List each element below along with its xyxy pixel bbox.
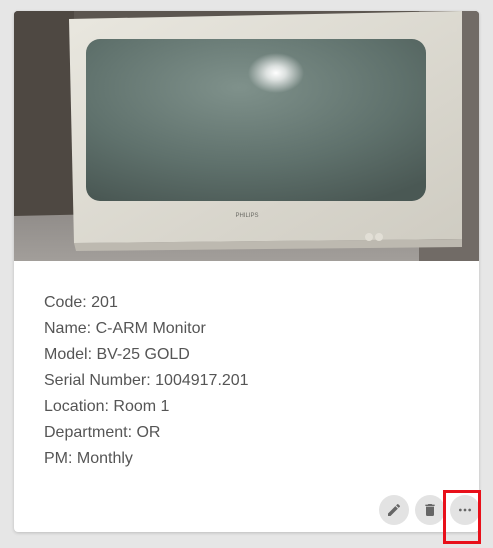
card-actions [14,492,479,532]
trash-icon [425,504,435,516]
equipment-pm: PM: Monthly [44,450,133,467]
delete-button[interactable] [415,495,445,525]
equipment-photo: PHILIPS [14,11,479,261]
equipment-department: Department: OR [44,424,161,441]
equipment-location: Location: Room 1 [44,398,170,415]
equipment-serial-number: Serial Number: 1004917.201 [44,372,249,389]
more-horizontal-icon [459,508,471,512]
equipment-details: Code: 201 Name: C-ARM Monitor Model: BV-… [44,290,249,472]
equipment-card: PHILIPS Code: 201 Name: C-ARM Monitor Mo… [14,11,479,532]
edit-button[interactable] [379,495,409,525]
more-options-button[interactable] [450,495,479,525]
equipment-name: Name: C-ARM Monitor [44,320,206,337]
equipment-model: Model: BV-25 GOLD [44,346,190,363]
pencil-icon [388,503,401,516]
equipment-code: Code: 201 [44,294,118,311]
brand-logo-text: PHILIPS [235,213,258,219]
